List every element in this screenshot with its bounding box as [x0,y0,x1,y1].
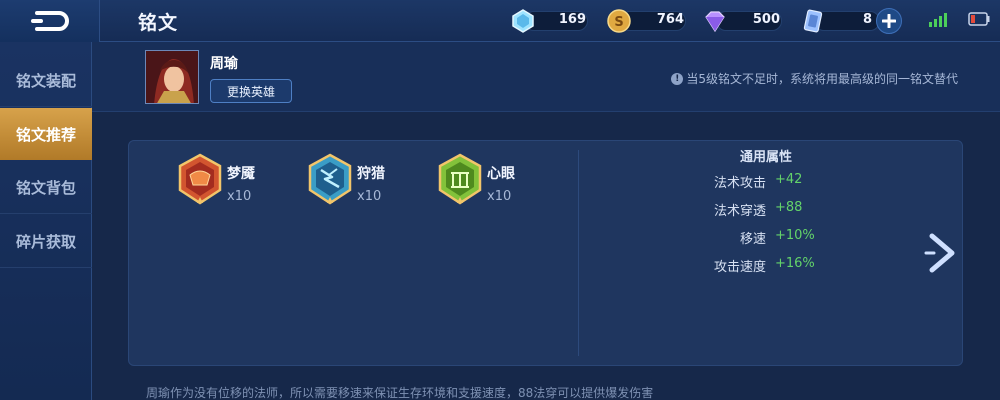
change-hero-button[interactable]: 更换英雄 [210,79,292,103]
rune-count: x10 [487,189,512,204]
hero-portrait-image [146,51,198,103]
rune-count: x10 [227,189,252,204]
mind-eye-rune-icon [438,153,482,205]
gold-value: 764 [656,12,684,27]
hunting-rune-icon [308,153,352,205]
diamond-icon [512,9,534,33]
plus-icon [882,14,896,28]
attribute-value: +42 [775,172,803,187]
attributes-title: 通用属性 [740,150,793,165]
attribute-value: +88 [775,200,803,215]
gold-counter[interactable]: S 764 [606,7,686,35]
sidebar-item-rune-bag[interactable]: 铭文背包 [0,162,92,214]
rune-count: x10 [357,189,382,204]
rune-notice: ! 当5级铭文不足时，系统将用最高级的同一铭文替代 [671,70,958,87]
rune-name: 狩猎 [357,166,385,182]
sidebar-item-rune-recommend[interactable]: 铭文推荐 [0,108,92,160]
attribute-row: 法术穿透 [640,200,766,220]
svg-text:S: S [614,15,623,30]
crystal-value: 500 [752,12,780,27]
sidebar-item-shard-source[interactable]: 碎片获取 [0,216,92,268]
recommendation-description: 周瑜作为没有位移的法师，所以需要移速来保证生存环境和支援速度，88法穿可以提供爆… [146,386,654,400]
rune-name: 梦魇 [227,166,255,182]
panel-divider [578,150,579,356]
hero-avatar[interactable] [145,50,199,104]
back-arrow-icon [30,11,69,31]
diamond-counter[interactable]: 169 [510,7,588,35]
attribute-label: 移速 [739,232,766,247]
purple-crystal-icon [705,11,725,33]
attribute-row: 法术攻击 [640,172,766,192]
rune-name: 心眼 [487,166,515,182]
ticket-counter[interactable]: 8 [800,7,880,35]
attribute-label: 法术攻击 [713,176,766,191]
battery-icon [968,12,990,26]
ticket-value: 8 [862,12,872,27]
hero-name: 周瑜 [210,56,238,72]
attribute-row: 移速 [640,228,766,248]
next-arrow-icon[interactable] [924,232,960,274]
card-ticket-icon [803,9,823,33]
gold-coin-icon: S [607,9,631,33]
page-title: 铭文 [138,12,179,34]
info-icon: ! [671,72,684,85]
rune-notice-text: 当5级铭文不足时，系统将用最高级的同一铭文替代 [686,72,958,86]
attribute-label: 法术穿透 [713,204,766,219]
diamond-value: 169 [558,12,586,27]
signal-icon [929,13,947,27]
attribute-row: 攻击速度 [640,256,766,276]
sidebar-item-rune-equip[interactable]: 铭文装配 [0,55,92,107]
attribute-value: +16% [775,256,815,271]
attribute-label: 攻击速度 [713,260,766,275]
add-currency-button[interactable] [876,8,902,34]
back-button[interactable] [0,0,100,42]
nightmare-rune-icon [178,153,222,205]
attribute-value: +10% [775,228,815,243]
crystal-counter[interactable]: 500 [702,7,782,35]
